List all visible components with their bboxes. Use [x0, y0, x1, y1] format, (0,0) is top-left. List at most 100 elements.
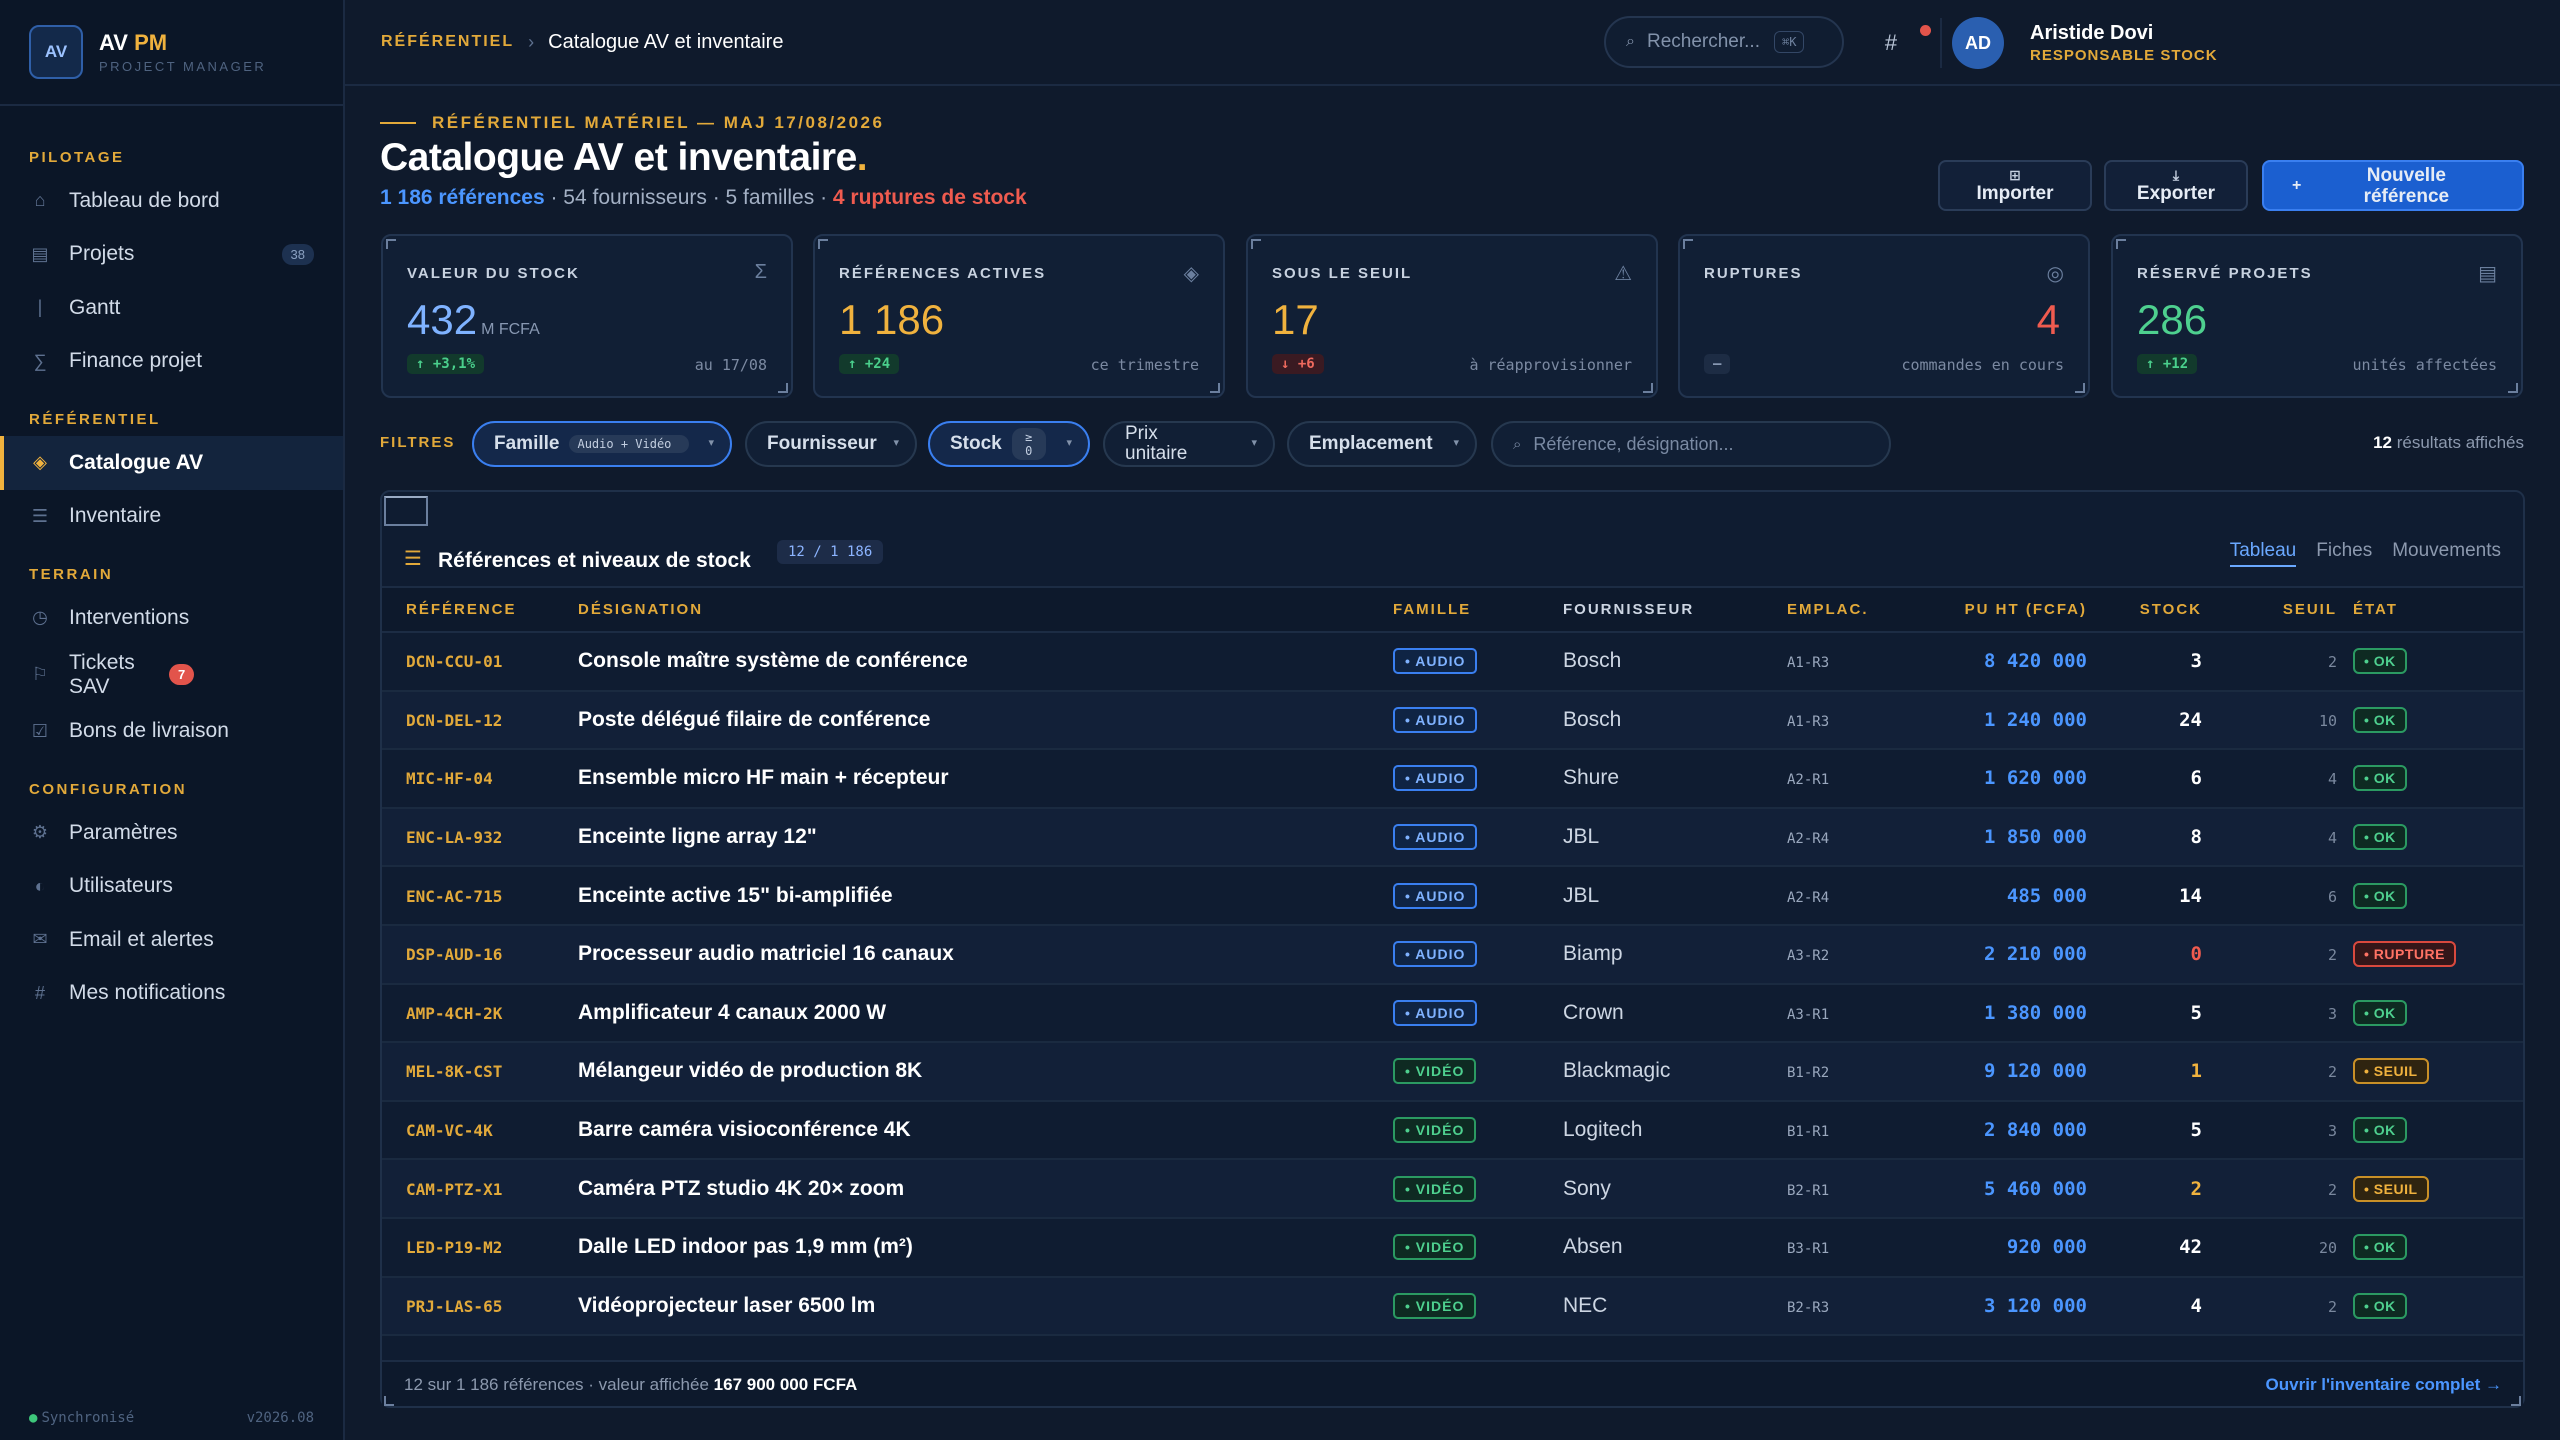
corner-mark [1210, 383, 1220, 393]
reference-code[interactable]: CAM-PTZ-X1 [406, 1180, 502, 1199]
status-badge: • OK [2353, 882, 2407, 909]
column-header-famille[interactable]: FAMILLE [1393, 586, 1563, 633]
table-row[interactable]: LED-P19-M2 Dalle LED indoor pas 1,9 mm (m… [382, 1217, 2523, 1278]
kpi-card[interactable]: RÉFÉRENCES ACTIVES ◈ 1 186 ↑ +24 ce trimestr… [813, 234, 1225, 398]
user-name[interactable]: Aristide Dovi [2030, 22, 2153, 45]
sidebar-item-gantt[interactable]: | Gantt [0, 281, 343, 335]
reference-code[interactable]: CAM-VC-4K [406, 1121, 493, 1140]
reference-code[interactable]: ENC-AC-715 [406, 887, 502, 906]
import-button[interactable]: ⊞ Importer [1938, 160, 2092, 211]
designation: Mélangeur vidéo de production 8K [578, 1059, 923, 1083]
global-search-input[interactable]: ⌕ Rechercher... ⌘K [1604, 16, 1844, 68]
column-header-etat[interactable]: ÉTAT [2337, 586, 2523, 633]
sidebar-item-label: Tickets SAV [69, 650, 135, 698]
sidebar-item-label: Email et alertes [69, 927, 214, 951]
reference-code[interactable]: ENC-LA-932 [406, 828, 502, 847]
reference-code[interactable]: DCN-CCU-01 [406, 652, 502, 671]
kpi-delta: – [1704, 354, 1731, 374]
brand[interactable]: AV AV PM PROJECT MANAGER [0, 0, 343, 106]
column-header-emplacement[interactable]: EMPLAC. [1787, 586, 1927, 633]
sidebar-item-bons-de-livraison[interactable]: ☑ Bons de livraison [0, 705, 343, 759]
notification-dot [1920, 25, 1931, 36]
designation: Caméra PTZ studio 4K 20× zoom [578, 1176, 905, 1200]
chevron-down-icon: ▾ [893, 437, 899, 449]
view-tab-mouvements[interactable]: Mouvements [2392, 540, 2501, 567]
sidebar-item-inventaire[interactable]: ☰ Inventaire [0, 490, 343, 544]
status-badge: • OK [2353, 1117, 2407, 1144]
search-placeholder: Référence, désignation... [1533, 433, 1734, 454]
column-header-pu[interactable]: PU HT (FCFA) [1927, 586, 2087, 633]
corner-mark [1643, 383, 1653, 393]
ruptures-count[interactable]: 4 ruptures de stock [833, 186, 1027, 209]
new-reference-button[interactable]: + Nouvelle référence [2262, 160, 2524, 211]
filter-stock[interactable]: Stock ≥ 0 ▾ [928, 421, 1090, 467]
status-badge: • OK [2353, 999, 2407, 1026]
sidebar-item-utilisateurs[interactable]: ◐ Utilisateurs [0, 860, 343, 914]
table-row[interactable]: MEL-8K-CST Mélangeur vidéo de production … [382, 1042, 2523, 1102]
sidebar-item-finance-projet[interactable]: ∑ Finance projet [0, 335, 343, 389]
filter-emplacement[interactable]: Emplacement ▾ [1287, 421, 1477, 467]
unit-price: 1 850 000 [1984, 826, 2087, 849]
reference-code[interactable]: DCN-DEL-12 [406, 711, 502, 730]
sidebar-item-tickets-sav[interactable]: ⚐ Tickets SAV 7 [0, 645, 343, 705]
threshold: 4 [2327, 829, 2337, 848]
kpi-card[interactable]: SOUS LE SEUIL ⚠ 17 ↓ +6 à réapprovisionner [1246, 234, 1658, 398]
view-tab-tableau[interactable]: Tableau [2229, 540, 2297, 567]
references-count[interactable]: 1 186 références [380, 186, 545, 209]
kpi-label: SOUS LE SEUIL [1272, 265, 1413, 282]
view-tab-fiches[interactable]: Fiches [2316, 540, 2372, 567]
nav-section-terrain: TERRAIN [29, 566, 114, 583]
column-header-stock[interactable]: STOCK [2087, 586, 2202, 633]
breadcrumb-root[interactable]: RÉFÉRENTIEL [381, 33, 514, 51]
sidebar-item-parametres[interactable]: ⚙ Paramètres [0, 806, 343, 860]
sidebar-item-email-alertes[interactable]: ✉ Email et alertes [0, 913, 343, 967]
table-row[interactable]: AMP-4CH-2K Amplificateur 4 canaux 2000 W •… [382, 983, 2523, 1044]
table-row[interactable]: DCN-CCU-01 Console maître système de conf… [382, 632, 2523, 692]
column-header-designation[interactable]: DÉSIGNATION [578, 586, 1393, 633]
reference-code[interactable]: MIC-HF-04 [406, 769, 493, 788]
filter-famille[interactable]: Famille Audio + Vidéo ▾ [472, 421, 732, 467]
column-header-fournisseur[interactable]: FOURNISSEUR [1563, 586, 1787, 633]
table-row[interactable]: ENC-LA-932 Enceinte ligne array 12" • AUDI… [382, 807, 2523, 868]
export-button[interactable]: ⤓ Exporter [2104, 160, 2248, 211]
open-full-inventory-link[interactable]: Ouvrir l'inventaire complet → [2266, 1375, 2502, 1395]
grid-icon: ▤ [2478, 263, 2497, 285]
reference-search-input[interactable]: ⌕ Référence, désignation... [1491, 421, 1891, 467]
kpi-note: commandes en cours [1901, 356, 2064, 374]
reference-code[interactable]: PRJ-LAS-65 [406, 1297, 502, 1316]
location: A3-R1 [1787, 1006, 1830, 1023]
filter-fournisseur[interactable]: Fournisseur ▾ [745, 421, 917, 467]
avatar[interactable]: AD [1952, 17, 2004, 69]
sidebar-item-mes-notifications[interactable]: # Mes notifications [0, 967, 343, 1021]
designation: Enceinte active 15" bi-amplifiée [578, 883, 893, 907]
table-row[interactable]: DSP-AUD-16 Processeur audio matriciel 16 … [382, 924, 2523, 985]
table-row[interactable]: DCN-DEL-12 Poste délégué filaire de confé… [382, 690, 2523, 751]
kpi-note: à réapprovisionner [1469, 356, 1632, 374]
table-row[interactable]: CAM-VC-4K Barre caméra visioconférence 4K… [382, 1100, 2523, 1161]
column-header-seuil[interactable]: SEUIL [2202, 586, 2337, 633]
column-header-reference[interactable]: RÉFÉRENCE [382, 586, 578, 633]
sidebar-item-projets[interactable]: ▤ Projets 38 [0, 228, 343, 282]
sidebar-item-interventions[interactable]: ◷ Interventions [0, 591, 343, 645]
kpi-card[interactable]: RUPTURES ◎ 4 – commandes en cours [1678, 234, 2090, 398]
location: A2-R1 [1787, 772, 1830, 789]
reference-code[interactable]: MEL-8K-CST [406, 1062, 502, 1081]
kpi-card[interactable]: RÉSERVÉ PROJETS ▤ 286 ↑ +12 unités affectées [2111, 234, 2523, 398]
notifications-bell-icon[interactable]: # [1874, 26, 1908, 60]
sidebar-item-label: Utilisateurs [69, 874, 173, 898]
reference-code[interactable]: DSP-AUD-16 [406, 945, 502, 964]
kpi-delta: ↑ +24 [839, 354, 900, 374]
table-row[interactable]: ENC-AC-715 Enceinte active 15" bi-amplifi… [382, 866, 2523, 926]
table-row[interactable]: MIC-HF-04 Ensemble micro HF main + récept… [382, 749, 2523, 809]
brand-logo: AV [29, 25, 83, 79]
reference-code[interactable]: LED-P19-M2 [406, 1238, 502, 1257]
filter-prix-unitaire[interactable]: Prix unitaire ▾ [1103, 421, 1275, 467]
reference-code[interactable]: AMP-4CH-2K [406, 1004, 502, 1023]
table-row[interactable]: CAM-PTZ-X1 Caméra PTZ studio 4K 20× zoom •… [382, 1159, 2523, 1219]
sidebar-item-label: Finance projet [69, 349, 203, 373]
table-row[interactable]: PRJ-LAS-65 Vidéoprojecteur laser 6500 lm •… [382, 1276, 2523, 1337]
kpi-card[interactable]: VALEUR DU STOCK Σ 432 M FCFA ↑ +3,1% au 17/08 [381, 234, 793, 398]
sidebar-item-catalogue-av[interactable]: ◈ Catalogue AV [0, 436, 343, 490]
chevron-down-icon: ▾ [1066, 437, 1072, 449]
sidebar-item-tableau-de-bord[interactable]: ⌂ Tableau de bord [0, 174, 343, 228]
